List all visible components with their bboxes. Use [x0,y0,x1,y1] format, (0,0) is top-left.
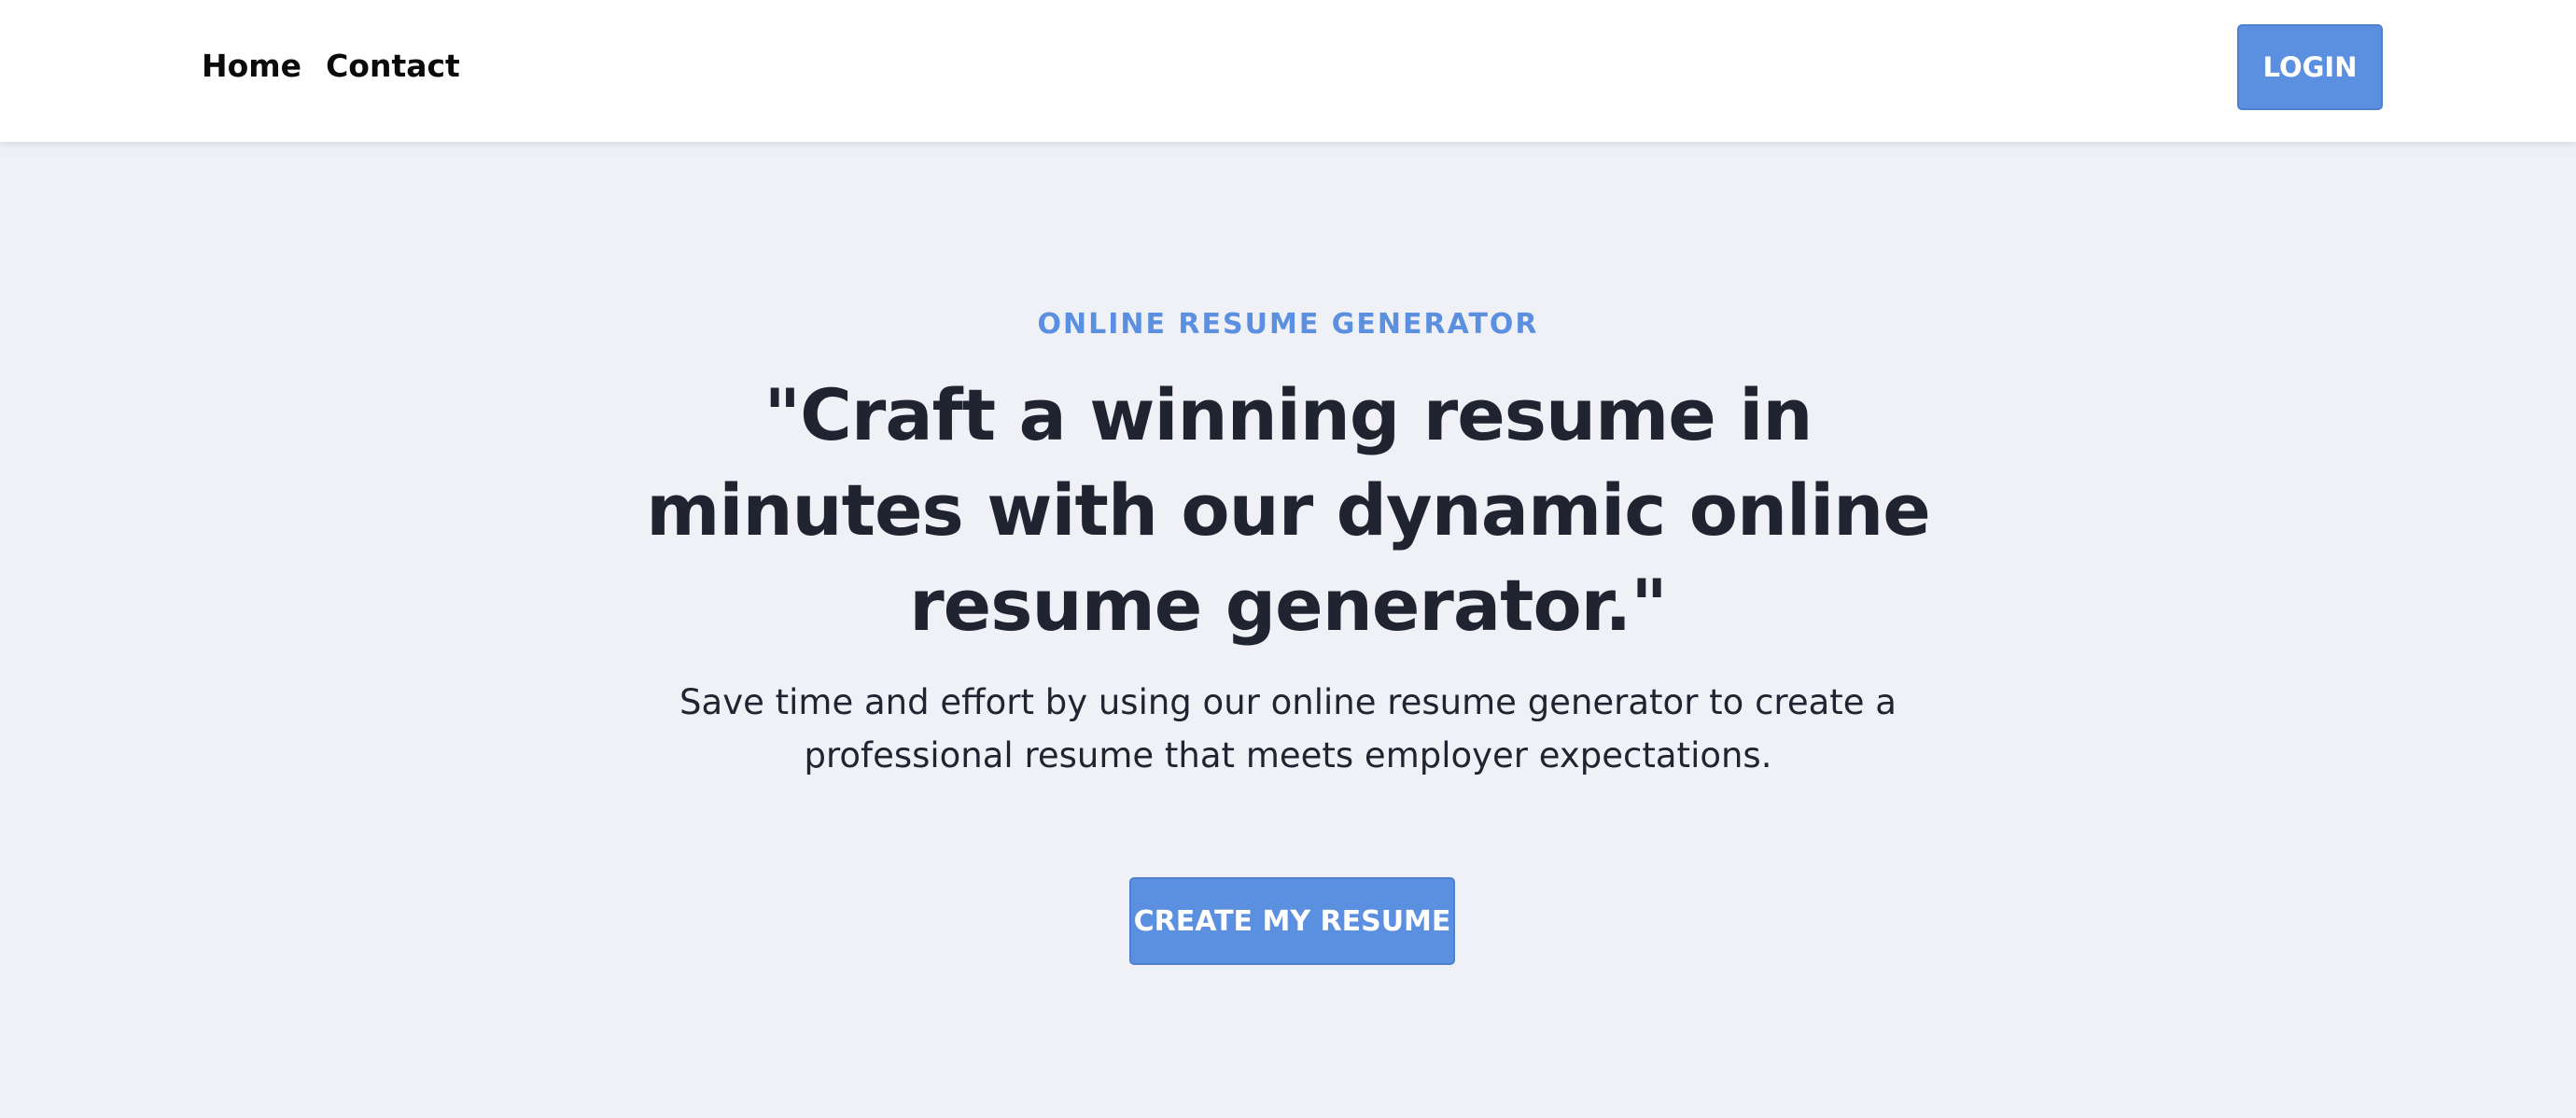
hero-subtext: Save time and effort by using our online… [679,682,1897,776]
nav-link-contact[interactable]: Contact [326,47,460,86]
login-button[interactable]: LOGIN [2237,24,2383,110]
hero-eyebrow: ONLINE RESUME GENERATOR [1037,308,1539,341]
navbar: Home Contact LOGIN [0,0,2576,142]
nav-links: Home Contact [202,47,460,86]
nav-link-home[interactable]: Home [202,47,301,86]
create-resume-button[interactable]: CREATE MY RESUME [1129,877,1455,965]
hero-section: ONLINE RESUME GENERATOR "Craft a winning… [0,142,2576,1118]
hero-headline: "Craft a winning resume in minutes with … [646,373,1931,647]
